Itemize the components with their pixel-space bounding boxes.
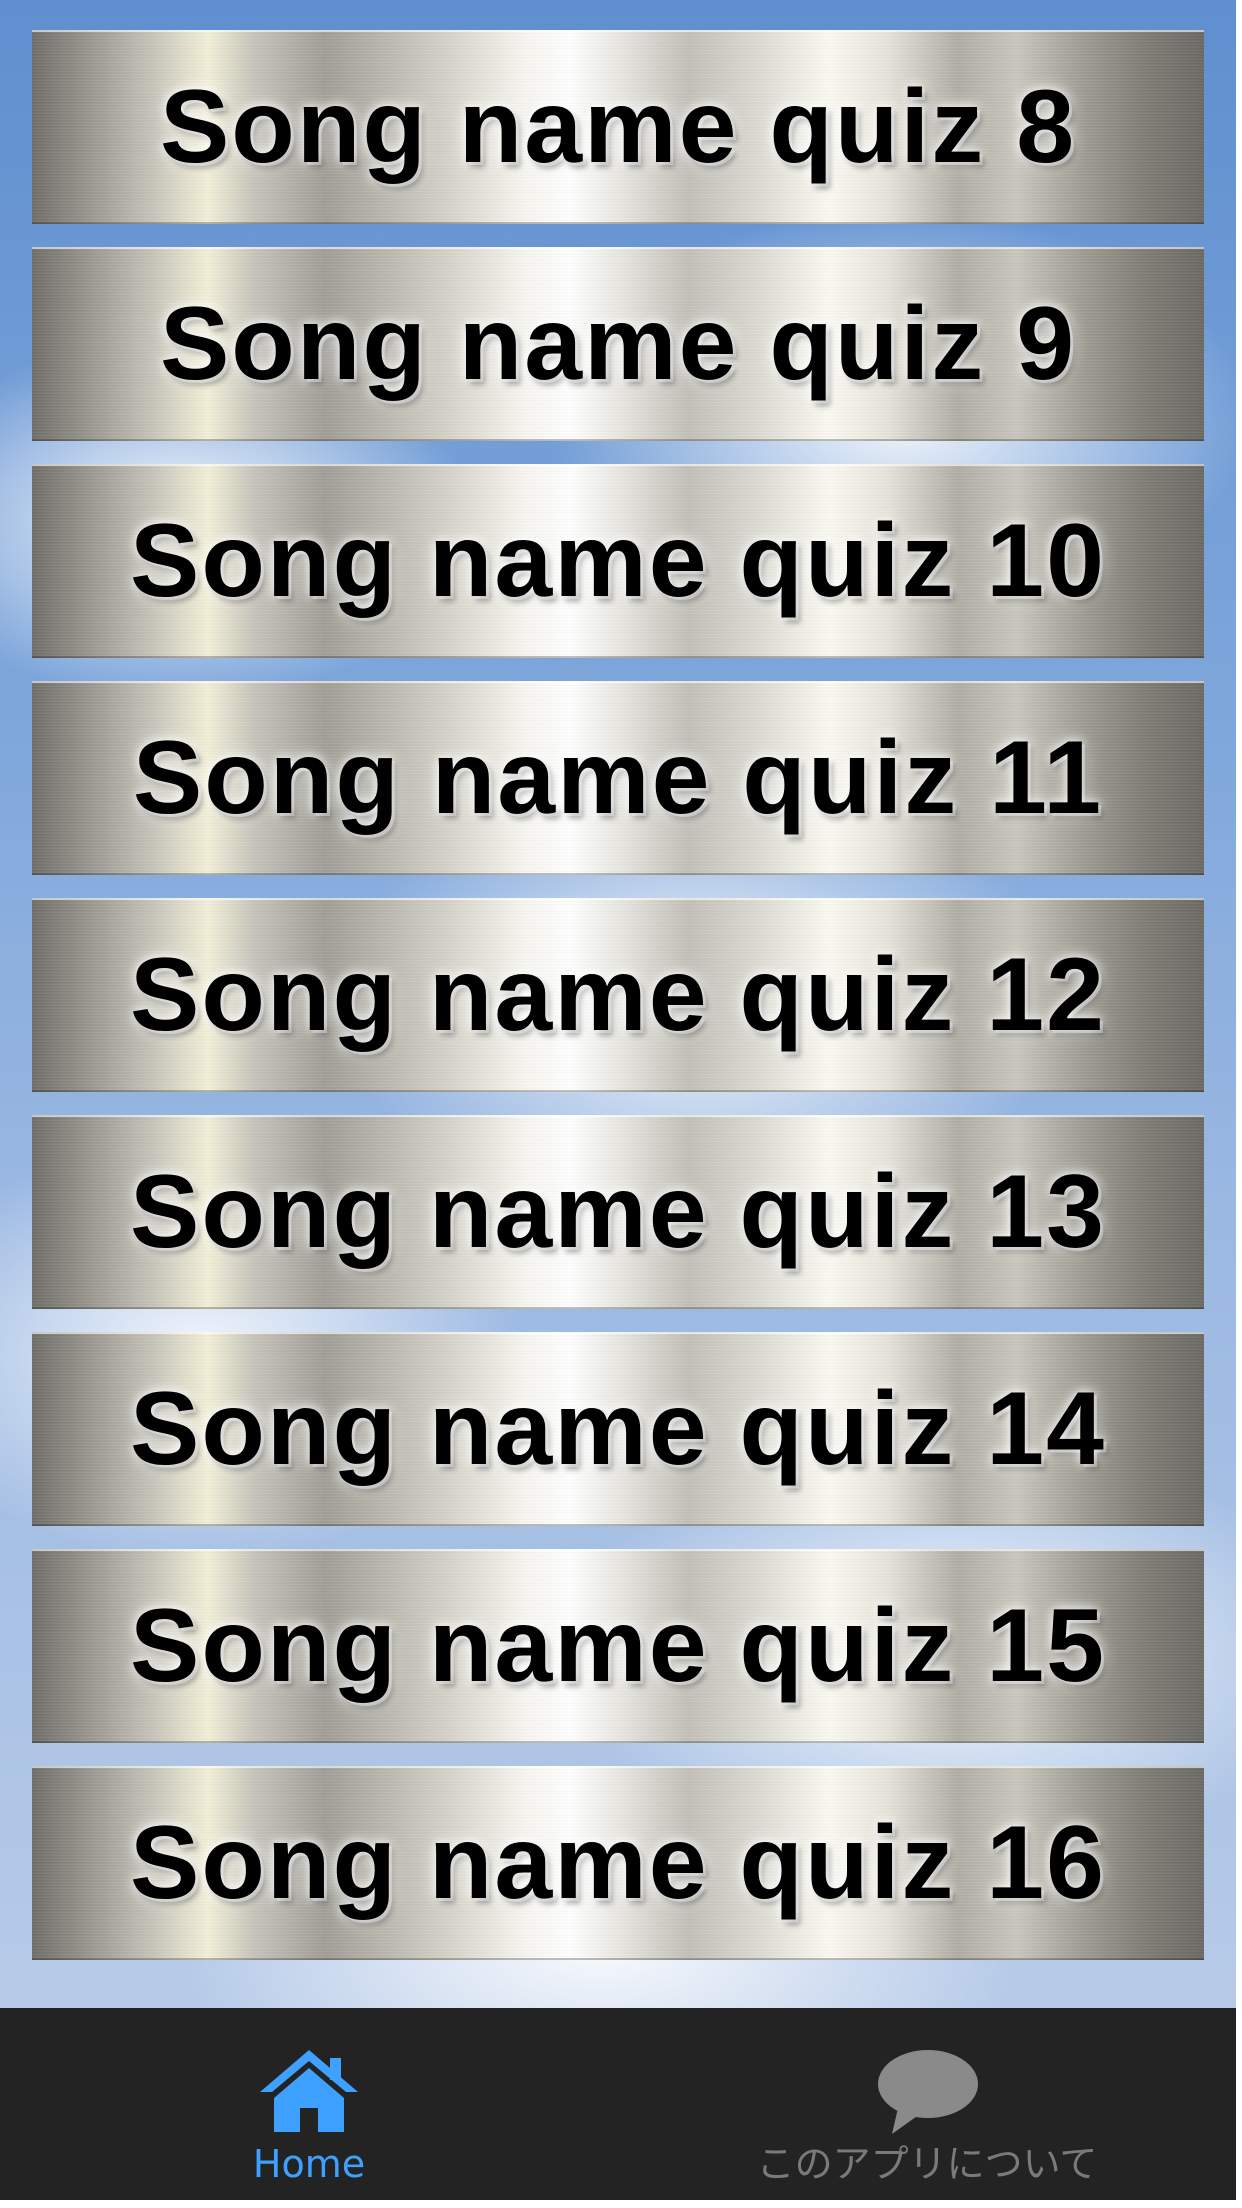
quiz-button-12[interactable]: Song name quiz 12 (32, 898, 1204, 1092)
quiz-button-label: Song name quiz 9 (159, 285, 1077, 402)
quiz-button-16[interactable]: Song name quiz 16 (32, 1766, 1204, 1960)
quiz-button-label: Song name quiz 16 (130, 1804, 1106, 1921)
quiz-button-label: Song name quiz 15 (130, 1587, 1106, 1704)
quiz-button-15[interactable]: Song name quiz 15 (32, 1549, 1204, 1743)
screen-edge-bottom (0, 2200, 1242, 2208)
tab-home[interactable]: Home (0, 2008, 618, 2200)
home-icon (260, 2050, 358, 2132)
quiz-button-10[interactable]: Song name quiz 10 (32, 464, 1204, 658)
tab-about-label: このアプリについて (756, 2142, 1098, 2186)
quiz-button-11[interactable]: Song name quiz 11 (32, 681, 1204, 875)
speech-bubble-icon (878, 2050, 978, 2134)
quiz-button-13[interactable]: Song name quiz 13 (32, 1115, 1204, 1309)
app-screen: Song name quiz 8 Song name quiz 9 Song n… (0, 0, 1242, 2208)
quiz-button-label: Song name quiz 11 (132, 719, 1104, 836)
quiz-button-label: Song name quiz 12 (130, 936, 1106, 1053)
screen-edge-right (1236, 0, 1242, 2208)
quiz-button-label: Song name quiz 14 (130, 1370, 1106, 1487)
quiz-button-label: Song name quiz 13 (130, 1153, 1106, 1270)
quiz-button-label: Song name quiz 10 (130, 502, 1106, 619)
quiz-button-8[interactable]: Song name quiz 8 (32, 30, 1204, 224)
quiz-list: Song name quiz 8 Song name quiz 9 Song n… (32, 30, 1204, 1960)
quiz-button-14[interactable]: Song name quiz 14 (32, 1332, 1204, 1526)
quiz-button-9[interactable]: Song name quiz 9 (32, 247, 1204, 441)
tab-home-label: Home (252, 2142, 366, 2186)
quiz-button-label: Song name quiz 8 (159, 68, 1077, 185)
tab-about-app[interactable]: このアプリについて (618, 2008, 1236, 2200)
bottom-tab-bar: Home このアプリについて (0, 2008, 1236, 2200)
